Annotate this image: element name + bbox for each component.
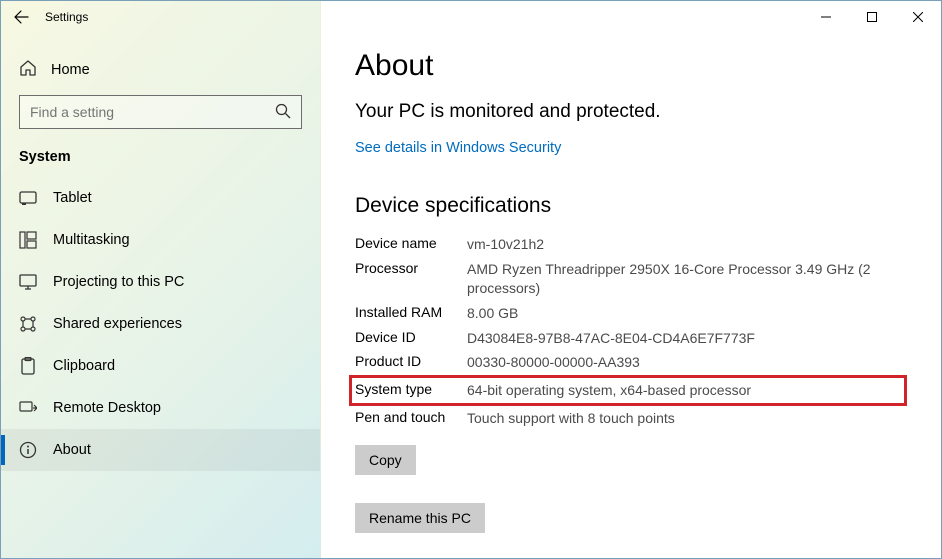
titlebar: Settings	[1, 1, 941, 33]
nav-tablet[interactable]: Tablet	[1, 177, 320, 219]
nav-projecting[interactable]: Projecting to this PC	[1, 261, 320, 303]
spec-label: Processor	[355, 260, 467, 276]
back-button[interactable]	[1, 1, 41, 33]
rename-pc-button[interactable]: Rename this PC	[355, 503, 485, 533]
device-spec-heading: Device specifications	[355, 194, 907, 218]
section-system: System	[1, 143, 320, 177]
protection-status: Your PC is monitored and protected.	[355, 101, 907, 123]
spec-device-name: Device name vm-10v21h2	[355, 232, 907, 257]
spec-system-type: System type 64-bit operating system, x64…	[349, 375, 907, 406]
home-label: Home	[51, 62, 90, 78]
search-input[interactable]	[19, 95, 302, 129]
remote-desktop-icon	[19, 399, 37, 417]
spec-processor: Processor AMD Ryzen Threadripper 2950X 1…	[355, 257, 907, 301]
nav-about[interactable]: About	[1, 429, 320, 471]
home-icon	[19, 59, 37, 81]
multitasking-icon	[19, 231, 37, 249]
window-title: Settings	[41, 10, 88, 24]
nav-clipboard[interactable]: Clipboard	[1, 345, 320, 387]
nav-label: About	[53, 442, 91, 458]
spec-value: Touch support with 8 touch points	[467, 409, 907, 428]
spec-value: AMD Ryzen Threadripper 2950X 16-Core Pro…	[467, 260, 907, 298]
windows-security-link[interactable]: See details in Windows Security	[355, 140, 561, 156]
nav-label: Remote Desktop	[53, 400, 161, 416]
spec-label: System type	[355, 381, 467, 397]
spec-value: 64-bit operating system, x64-based proce…	[467, 381, 901, 400]
spec-value: vm-10v21h2	[467, 235, 907, 254]
spec-product-id: Product ID 00330-80000-00000-AA393	[355, 350, 907, 375]
spec-value: 8.00 GB	[467, 304, 907, 323]
sidebar: Home System Tablet Multitasking Pr	[1, 1, 321, 558]
spec-value: 00330-80000-00000-AA393	[467, 353, 907, 372]
settings-window: Settings Home System	[0, 0, 942, 559]
nav-remote-desktop[interactable]: Remote Desktop	[1, 387, 320, 429]
spec-label: Product ID	[355, 353, 467, 369]
projecting-icon	[19, 273, 37, 291]
copy-button[interactable]: Copy	[355, 445, 416, 475]
arrow-left-icon	[13, 9, 29, 25]
home-button[interactable]: Home	[1, 49, 320, 91]
nav-label: Multitasking	[53, 232, 130, 248]
spec-device-id: Device ID D43084E8-97B8-47AC-8E04-CD4A6E…	[355, 326, 907, 351]
info-icon	[19, 441, 37, 459]
spec-value: D43084E8-97B8-47AC-8E04-CD4A6E7F773F	[467, 329, 907, 348]
search-container	[19, 95, 302, 129]
spec-pen-touch: Pen and touch Touch support with 8 touch…	[355, 406, 907, 431]
spec-ram: Installed RAM 8.00 GB	[355, 301, 907, 326]
page-title: About	[355, 49, 907, 83]
nav-label: Projecting to this PC	[53, 274, 184, 290]
spec-label: Pen and touch	[355, 409, 467, 425]
nav-shared-experiences[interactable]: Shared experiences	[1, 303, 320, 345]
main-panel: About Your PC is monitored and protected…	[321, 1, 941, 558]
spec-label: Device name	[355, 235, 467, 251]
nav-label: Clipboard	[53, 358, 115, 374]
clipboard-icon	[19, 357, 37, 375]
shared-icon	[19, 315, 37, 333]
tablet-icon	[19, 189, 37, 207]
spec-label: Device ID	[355, 329, 467, 345]
nav-multitasking[interactable]: Multitasking	[1, 219, 320, 261]
nav-label: Shared experiences	[53, 316, 182, 332]
spec-label: Installed RAM	[355, 304, 467, 320]
nav-label: Tablet	[53, 190, 92, 206]
